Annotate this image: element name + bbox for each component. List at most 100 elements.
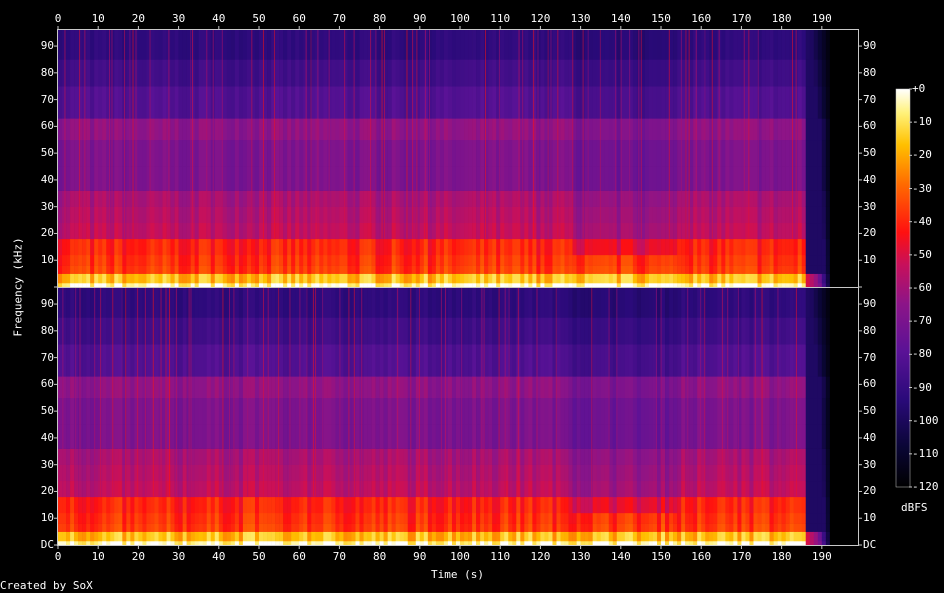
y-tick-label: 80 [40, 65, 54, 79]
x-tick-label: 130 [570, 550, 591, 563]
spectrogram-channel-1 [58, 30, 859, 288]
x-tick-label: 40 [212, 12, 226, 25]
colorbar-tick-label: -50 [912, 247, 932, 261]
x-tick-label: 80 [372, 550, 387, 563]
y-tick-label: 30 [40, 199, 54, 213]
y-tick-label: 60 [863, 119, 877, 133]
y-tick-label: 90 [40, 39, 54, 53]
x-tick-label: 120 [530, 12, 551, 25]
y-tick-label: 90 [40, 297, 54, 311]
y-tick-label: 70 [40, 350, 54, 364]
x-tick-label: 110 [490, 12, 511, 25]
y-tick-label: 10 [863, 511, 877, 525]
x-tick-label: 80 [372, 12, 387, 25]
colorbar-tick-label: -10 [912, 115, 932, 129]
y-tick-label: 50 [863, 146, 877, 160]
y-tick-label: 60 [40, 377, 54, 391]
colorbar-tick-label: -20 [912, 148, 932, 162]
x-tick-label: 150 [651, 12, 671, 25]
y-tick-label: 70 [863, 350, 877, 364]
x-tick-label: 140 [610, 12, 631, 25]
y-tick-label: 90 [863, 297, 877, 311]
x-tick-label: 50 [252, 550, 266, 563]
colorbar-tick-label: -60 [912, 281, 932, 294]
x-tick-label: 180 [771, 550, 792, 563]
spectrogram-channel-2 [58, 288, 859, 546]
y-tick-label: 40 [40, 172, 54, 186]
y-tick-label: 30 [40, 457, 54, 471]
y-axis-label: Frequency (kHz) [11, 237, 25, 337]
x-tick-label: 50 [252, 12, 266, 25]
y-tick-label: 70 [40, 92, 54, 106]
x-tick-label: 140 [610, 550, 631, 563]
colorbar-tick-label: -30 [912, 181, 932, 195]
x-tick-label: 90 [413, 12, 427, 25]
y-tick-label: 20 [40, 484, 54, 498]
y-tick-label: 10 [40, 253, 54, 267]
x-tick-label: 10 [91, 12, 105, 25]
x-tick-label: 70 [332, 12, 347, 25]
x-axis-label: Time (s) [431, 568, 484, 581]
x-tick-label: 190 [811, 12, 832, 25]
colorbar-tick-label: -110 [912, 446, 939, 460]
y-tick-label: 60 [863, 377, 877, 391]
y-tick-label: 30 [863, 199, 877, 213]
y-tick-label: 40 [863, 172, 877, 186]
y-tick-label: 20 [863, 226, 877, 240]
footer-credit: Created by SoX [0, 579, 93, 592]
colorbar-tick-label: -120 [912, 480, 939, 493]
x-tick-label: 100 [450, 12, 470, 25]
x-tick-label: 180 [771, 12, 792, 25]
x-tick-label: 120 [530, 550, 551, 563]
x-tick-label: 20 [131, 550, 146, 563]
colorbar-tick-label: -70 [912, 314, 932, 328]
colorbar-strip [895, 88, 911, 488]
y-tick-label: DC [40, 538, 54, 551]
y-tick-label: 80 [863, 65, 877, 79]
colorbar-tick-label: +0 [912, 82, 926, 95]
x-tick-label: 190 [811, 550, 832, 563]
y-tick-label: 50 [40, 146, 54, 160]
x-tick-label: 60 [292, 12, 306, 25]
colorbar-tick-label: -100 [912, 413, 939, 427]
x-tick-label: 30 [171, 550, 186, 563]
x-tick-label: 160 [691, 550, 712, 563]
y-tick-label: 20 [40, 226, 54, 240]
y-tick-label: 40 [40, 430, 54, 444]
colorbar-tick-label: -40 [912, 214, 932, 228]
x-tick-label: 90 [413, 550, 427, 563]
x-tick-label: 100 [450, 550, 470, 563]
x-tick-label: 150 [651, 550, 671, 563]
colorbar-tick-label: -90 [912, 380, 932, 394]
x-tick-label: 130 [570, 12, 591, 25]
y-tick-label: 80 [40, 323, 54, 337]
x-tick-label: 60 [292, 550, 306, 563]
colorbar-label: dBFS [901, 501, 928, 514]
x-tick-label: 170 [731, 550, 752, 563]
colorbar-tick-label: -80 [912, 347, 932, 361]
x-tick-label: 10 [91, 550, 105, 563]
y-tick-label: 10 [40, 511, 54, 525]
y-tick-label: 60 [40, 119, 54, 133]
x-tick-label: 0 [54, 550, 62, 563]
x-tick-label: 30 [171, 12, 186, 25]
y-tick-label: 80 [863, 323, 877, 337]
y-tick-label: 90 [863, 39, 877, 53]
x-tick-label: 160 [691, 12, 712, 25]
x-tick-label: 110 [490, 550, 511, 563]
y-tick-label: 50 [863, 404, 877, 418]
y-tick-label: 70 [863, 92, 877, 106]
y-tick-label: 50 [40, 404, 54, 418]
y-tick-label: 20 [863, 484, 877, 498]
x-tick-label: 170 [731, 12, 752, 25]
x-tick-label: 20 [131, 12, 146, 25]
spectrogram-figure [54, 26, 912, 549]
x-tick-label: 70 [332, 550, 347, 563]
colorbar [895, 88, 912, 488]
x-tick-label: 40 [212, 550, 226, 563]
y-tick-label: DC [863, 538, 877, 551]
y-tick-label: 30 [863, 457, 877, 471]
y-tick-label: 10 [863, 253, 877, 267]
y-tick-label: 40 [863, 430, 877, 444]
x-tick-label: 0 [54, 12, 62, 25]
